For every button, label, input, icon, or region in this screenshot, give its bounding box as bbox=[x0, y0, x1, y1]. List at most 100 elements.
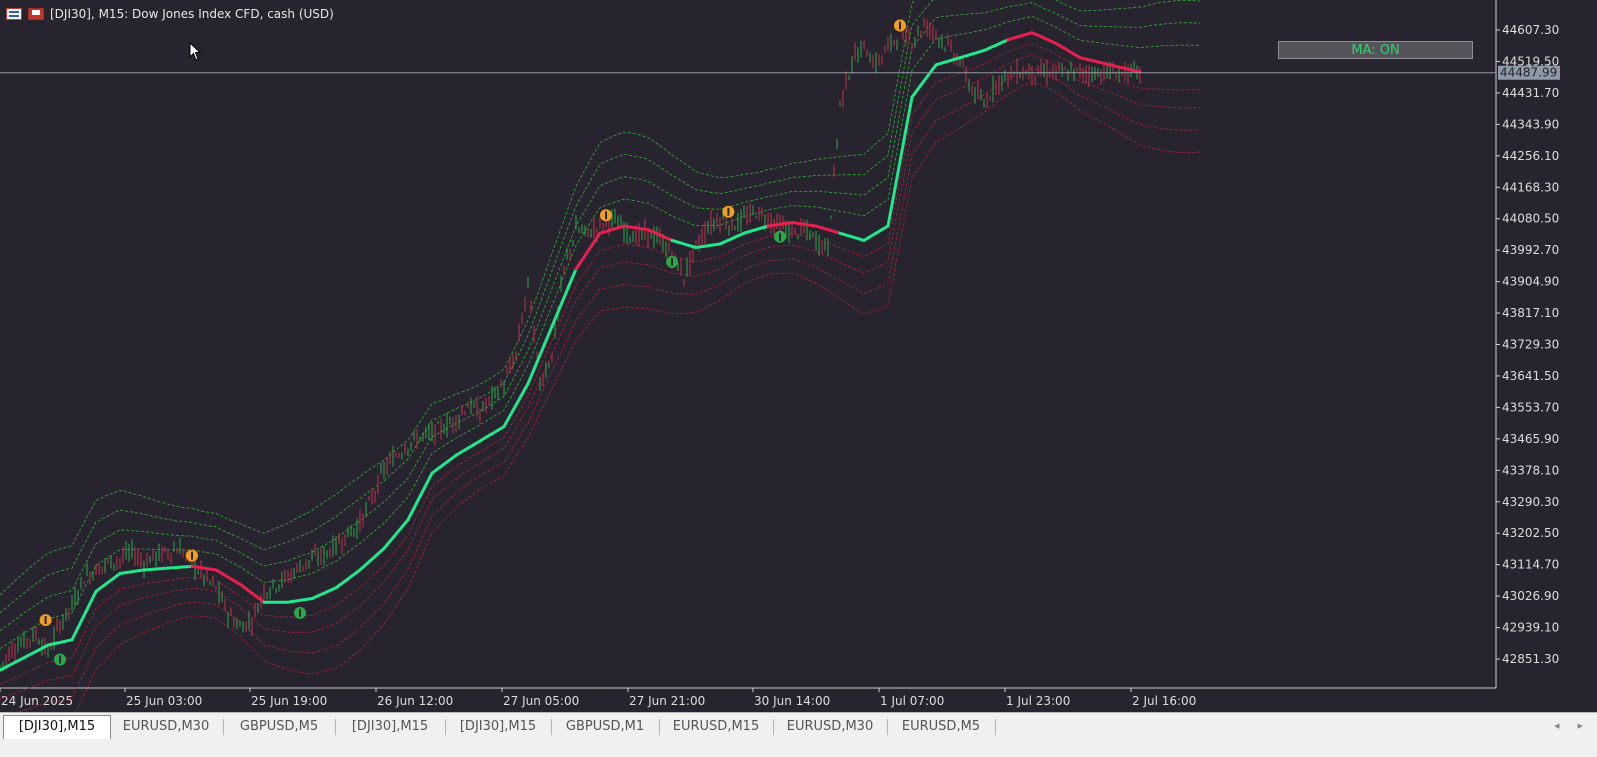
ma-segment bbox=[382, 518, 410, 550]
upper-band-2 bbox=[0, 0, 1201, 614]
sell-signal-icon bbox=[600, 209, 612, 222]
tab-scroll-controls: ◂ ▸ bbox=[1554, 719, 1583, 732]
tab-0[interactable]: [DJI30],M15 bbox=[3, 715, 111, 739]
x-tick-label: 2 Jul 16:00 bbox=[1132, 694, 1196, 708]
tab-7[interactable]: EURUSD,M30 bbox=[773, 716, 887, 738]
price-chart[interactable]: 44607.3044519.5044431.7044343.9044256.10… bbox=[0, 0, 1597, 712]
ma-segment bbox=[502, 382, 530, 429]
y-tick-label: 44168.30 bbox=[1502, 180, 1559, 194]
ma-segment bbox=[358, 546, 386, 572]
ma-segment bbox=[46, 638, 74, 647]
scroll-right-icon[interactable]: ▸ bbox=[1577, 719, 1583, 732]
ma-segment bbox=[190, 564, 218, 572]
y-tick-label: 43290.30 bbox=[1502, 495, 1559, 509]
ma-segment bbox=[1054, 41, 1082, 60]
y-tick-label: 42939.10 bbox=[1502, 621, 1559, 635]
y-tick-label: 43817.10 bbox=[1502, 306, 1559, 320]
ma-segment bbox=[1030, 31, 1058, 45]
ma-segment bbox=[934, 56, 962, 67]
current-price-label: 44487.99 bbox=[1500, 66, 1557, 80]
upper-band-3 bbox=[0, 0, 916, 596]
x-tick-label: 25 Jun 19:00 bbox=[251, 694, 327, 708]
tab-4[interactable]: [DJI30],M15 bbox=[445, 716, 551, 738]
ma-segment bbox=[550, 267, 578, 328]
tab-separator bbox=[995, 719, 996, 735]
ma-segment bbox=[982, 38, 1010, 52]
ma-segment bbox=[718, 231, 746, 246]
ma-segment bbox=[670, 238, 698, 249]
sell-signal-icon bbox=[39, 614, 52, 627]
chart-title-bar: [DJI30], M15: Dow Jones Index CFD, cash … bbox=[6, 5, 334, 23]
x-tick-label: 27 Jun 05:00 bbox=[503, 694, 579, 708]
ma-segment bbox=[334, 568, 362, 590]
tab-1[interactable]: EURUSD,M30 bbox=[109, 716, 223, 738]
save-icon[interactable] bbox=[28, 8, 44, 20]
x-tick-label: 24 Jun 2025 bbox=[1, 694, 73, 708]
ma-segment bbox=[286, 597, 314, 604]
ma-segment bbox=[958, 49, 986, 60]
ma-segment bbox=[118, 568, 146, 575]
y-tick-label: 42851.30 bbox=[1502, 652, 1559, 666]
tab-6[interactable]: EURUSD,M15 bbox=[659, 716, 773, 738]
ma-segment bbox=[838, 231, 866, 242]
ma-segment bbox=[478, 425, 506, 443]
ma-segment bbox=[214, 568, 242, 586]
ma-segment bbox=[766, 221, 794, 228]
buy-signal-icon bbox=[54, 653, 66, 666]
ma-segment bbox=[574, 231, 602, 271]
y-tick-label: 43378.10 bbox=[1502, 463, 1559, 477]
lower-band-2 bbox=[16, 67, 1201, 712]
y-tick-label: 43553.70 bbox=[1502, 400, 1559, 414]
ma-segment bbox=[910, 63, 938, 99]
x-tick-label: 27 Jun 21:00 bbox=[629, 694, 705, 708]
ma-segment bbox=[406, 471, 434, 522]
ma-segment bbox=[238, 582, 266, 604]
x-tick-label: 25 Jun 03:00 bbox=[126, 694, 202, 708]
tab-3[interactable]: [DJI30],M15 bbox=[335, 716, 445, 738]
y-tick-label: 43729.30 bbox=[1502, 338, 1559, 352]
ma-segment bbox=[166, 564, 194, 570]
y-tick-label: 43114.70 bbox=[1502, 558, 1559, 572]
mouse-cursor-icon bbox=[189, 42, 202, 61]
sell-signal-icon bbox=[894, 19, 906, 32]
ma-segment bbox=[94, 572, 122, 593]
ma-segment bbox=[790, 221, 818, 228]
ma-segment bbox=[454, 439, 482, 457]
y-tick-label: 43641.50 bbox=[1502, 369, 1559, 383]
x-tick-label: 30 Jun 14:00 bbox=[754, 694, 830, 708]
y-tick-label: 44256.10 bbox=[1502, 149, 1559, 163]
ma-segment bbox=[310, 586, 338, 601]
ma-toggle-button[interactable]: MA: ON bbox=[1278, 41, 1473, 59]
buy-signal-icon bbox=[294, 606, 306, 619]
tab-5[interactable]: GBPUSD,M1 bbox=[551, 716, 659, 738]
y-tick-label: 43904.90 bbox=[1502, 275, 1559, 289]
lower-band-0 bbox=[0, 43, 1201, 685]
ma-segment bbox=[430, 453, 458, 475]
chart-title: [DJI30], M15: Dow Jones Index CFD, cash … bbox=[50, 7, 334, 21]
scroll-left-icon[interactable]: ◂ bbox=[1554, 719, 1560, 732]
lower-band-1 bbox=[0, 54, 1201, 700]
y-tick-label: 44080.50 bbox=[1502, 212, 1559, 226]
ma-segment bbox=[622, 224, 650, 232]
buy-signal-icon bbox=[774, 230, 786, 243]
y-tick-label: 43026.90 bbox=[1502, 589, 1559, 603]
y-tick-label: 43202.50 bbox=[1502, 526, 1559, 540]
tab-8[interactable]: EURUSD,M5 bbox=[887, 716, 995, 738]
y-tick-label: 43992.70 bbox=[1502, 243, 1559, 257]
market-watch-icon[interactable] bbox=[6, 8, 22, 20]
ma-segment bbox=[886, 95, 914, 228]
y-tick-label: 44607.30 bbox=[1502, 23, 1559, 37]
ma-segment bbox=[1006, 31, 1034, 42]
ma-segment bbox=[742, 224, 770, 235]
y-tick-label: 44343.90 bbox=[1502, 117, 1559, 131]
sell-signal-icon bbox=[186, 549, 198, 562]
tab-2[interactable]: GBPUSD,M5 bbox=[223, 716, 335, 738]
chart-area[interactable]: 44607.30 44519.50 44431.70 44343.90 44256.10… bbox=[0, 0, 1597, 712]
ma-segment bbox=[142, 566, 170, 572]
lower-band-3 bbox=[75, 81, 1201, 712]
ma-segment bbox=[0, 643, 50, 672]
x-tick-label: 26 Jun 12:00 bbox=[377, 694, 453, 708]
x-tick-label: 1 Jul 07:00 bbox=[880, 694, 944, 708]
ma-segment bbox=[862, 224, 890, 242]
buy-signal-icon bbox=[666, 255, 678, 268]
